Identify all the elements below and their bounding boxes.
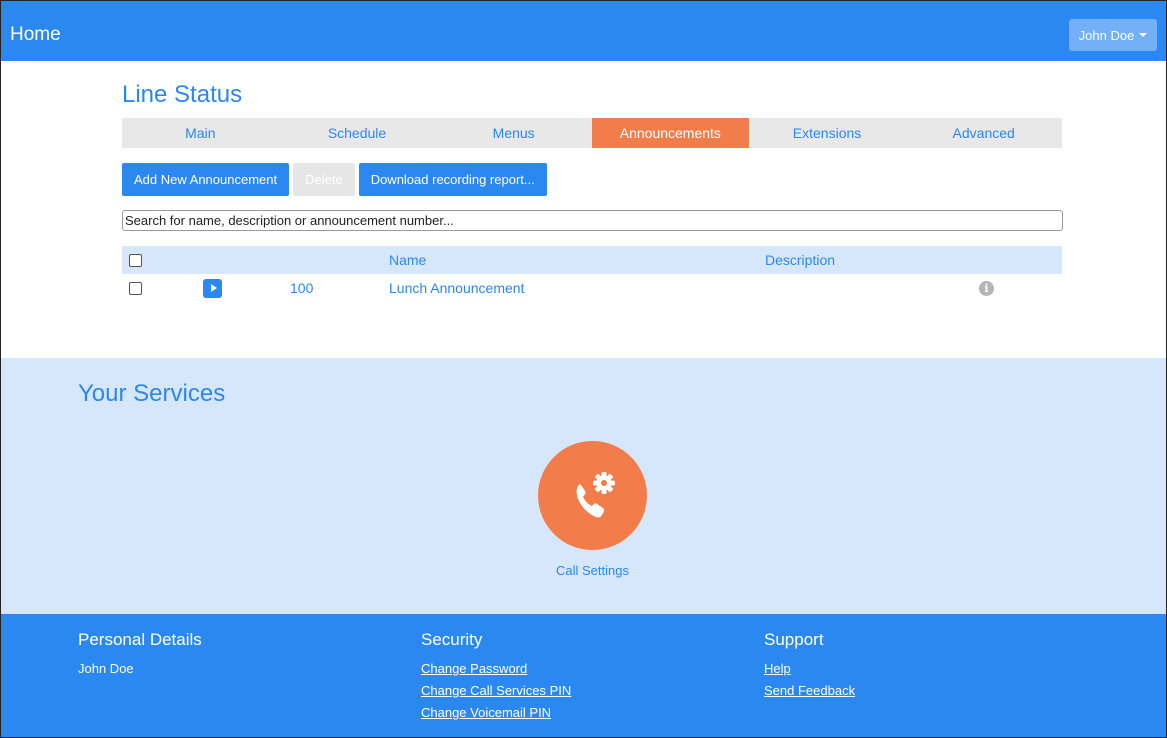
tab-advanced[interactable]: Advanced bbox=[905, 118, 1062, 148]
action-toolbar: Add New Announcement Delete Download rec… bbox=[122, 163, 551, 196]
delete-button[interactable]: Delete bbox=[293, 163, 355, 196]
search-input[interactable] bbox=[122, 210, 1063, 231]
tab-menus[interactable]: Menus bbox=[435, 118, 592, 148]
row-checkbox[interactable] bbox=[129, 281, 142, 295]
change-password-link[interactable]: Change Password bbox=[421, 658, 571, 680]
select-all-checkbox[interactable] bbox=[129, 253, 142, 267]
call-settings-tile[interactable] bbox=[538, 441, 647, 550]
caret-down-icon bbox=[1139, 33, 1148, 37]
footer-personal-title: Personal Details bbox=[78, 630, 202, 649]
play-cell bbox=[203, 274, 222, 302]
row-select-cell bbox=[129, 274, 142, 302]
table-row: 100 Lunch Announcement i bbox=[122, 274, 1062, 302]
user-menu-label: John Doe bbox=[1078, 27, 1135, 43]
tab-schedule[interactable]: Schedule bbox=[279, 118, 436, 148]
tab-extensions[interactable]: Extensions bbox=[749, 118, 906, 148]
play-icon[interactable] bbox=[203, 278, 222, 298]
footer-user-name: John Doe bbox=[78, 661, 134, 676]
footer-security: Security Change Password Change Call Ser… bbox=[421, 630, 571, 724]
call-settings-label[interactable]: Call Settings bbox=[541, 563, 644, 578]
tab-bar: Main Schedule Menus Announcements Extens… bbox=[122, 118, 1062, 148]
add-announcement-button[interactable]: Add New Announcement bbox=[122, 163, 290, 196]
services-section: Your Services Call Settings bbox=[1, 358, 1166, 614]
send-feedback-link[interactable]: Send Feedback bbox=[764, 680, 855, 702]
user-menu-button[interactable]: John Doe bbox=[1069, 19, 1157, 51]
page-title: Line Status bbox=[122, 81, 243, 108]
footer-personal-details: Personal Details John Doe bbox=[78, 630, 202, 680]
table-header: Name Description bbox=[122, 246, 1062, 274]
download-report-button[interactable]: Download recording report... bbox=[358, 163, 547, 196]
info-icon[interactable]: i bbox=[979, 280, 994, 296]
footer-security-title: Security bbox=[421, 630, 483, 649]
footer-support-title: Support bbox=[764, 630, 824, 649]
footer: Personal Details John Doe Security Chang… bbox=[1, 614, 1166, 737]
announcement-number[interactable]: 100 bbox=[290, 274, 313, 302]
footer-support: Support Help Send Feedback bbox=[764, 630, 855, 702]
announcement-name[interactable]: Lunch Announcement bbox=[389, 274, 524, 302]
help-link[interactable]: Help bbox=[764, 658, 855, 680]
home-link[interactable]: Home bbox=[10, 24, 61, 46]
column-header-description[interactable]: Description bbox=[765, 246, 835, 274]
tab-main[interactable]: Main bbox=[122, 118, 279, 148]
tab-announcements[interactable]: Announcements bbox=[592, 118, 749, 148]
change-call-services-pin-link[interactable]: Change Call Services PIN bbox=[421, 680, 571, 702]
top-bar: Home John Doe bbox=[1, 1, 1166, 61]
phone-gear-icon bbox=[576, 472, 615, 518]
column-header-name[interactable]: Name bbox=[389, 246, 426, 274]
select-all-cell bbox=[129, 246, 142, 274]
app-window: Home John Doe Line Status Main Schedule … bbox=[0, 0, 1167, 738]
change-voicemail-pin-link[interactable]: Change Voicemail PIN bbox=[421, 702, 571, 724]
services-title: Your Services bbox=[78, 380, 226, 407]
info-cell: i bbox=[979, 274, 994, 302]
